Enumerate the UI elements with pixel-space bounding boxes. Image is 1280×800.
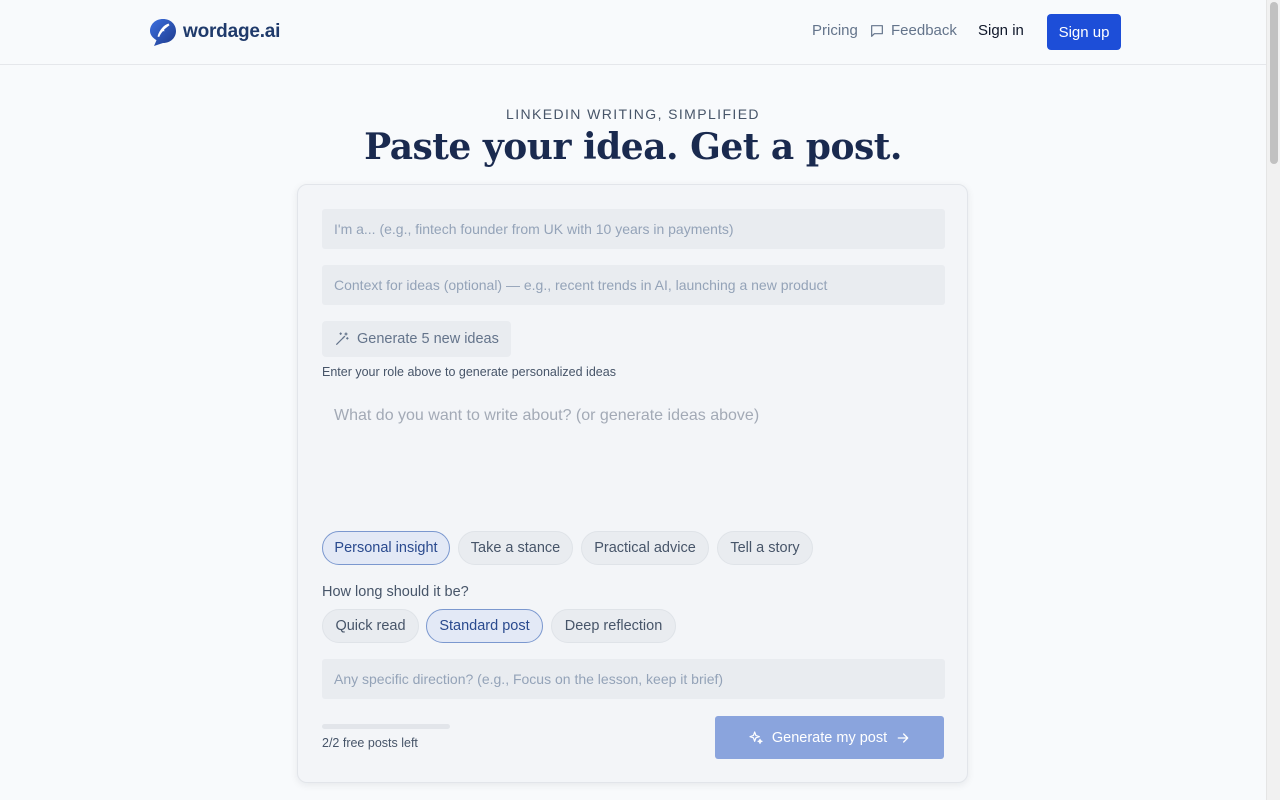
angle-chip-personal-insight[interactable]: Personal insight xyxy=(322,531,450,565)
top-nav: wordage.ai Pricing Feedback Sign in Sign… xyxy=(0,0,1266,65)
nav-feedback-link[interactable]: Feedback xyxy=(869,22,957,39)
angle-chip-tell-a-story[interactable]: Tell a story xyxy=(717,531,813,565)
nav-feedback-label: Feedback xyxy=(891,22,957,39)
role-input[interactable] xyxy=(322,209,945,249)
free-posts-progress xyxy=(322,724,450,729)
generate-post-label: Generate my post xyxy=(771,729,888,746)
magic-wand-icon xyxy=(336,332,349,345)
length-chip-quick-read[interactable]: Quick read xyxy=(322,609,419,643)
generate-ideas-hint: Enter your role above to generate person… xyxy=(322,365,616,379)
page-title: Paste your idea. Get a post. xyxy=(364,126,902,168)
sign-up-button[interactable]: Sign up xyxy=(1047,14,1121,50)
generate-ideas-button[interactable]: Generate 5 new ideas xyxy=(322,321,511,357)
brand-name: wordage.ai xyxy=(183,21,281,42)
direction-input[interactable] xyxy=(322,659,945,699)
length-chip-deep-reflection[interactable]: Deep reflection xyxy=(551,609,676,643)
length-label: How long should it be? xyxy=(322,584,469,600)
sign-in-link[interactable]: Sign in xyxy=(978,22,1024,39)
generate-ideas-label: Generate 5 new ideas xyxy=(357,331,499,347)
brand-logo[interactable]: wordage.ai xyxy=(148,17,280,47)
nav-pricing-link[interactable]: Pricing xyxy=(812,22,858,39)
hero-eyebrow: LINKEDIN WRITING, SIMPLIFIED xyxy=(506,106,760,122)
quill-logo-icon xyxy=(150,19,176,46)
message-square-icon xyxy=(871,24,883,37)
post-generator-card: Generate 5 new ideas Enter your role abo… xyxy=(297,184,968,783)
sparkles-icon xyxy=(749,730,763,744)
page-scrollbar[interactable] xyxy=(1266,0,1280,800)
topic-textarea[interactable] xyxy=(322,389,945,509)
angle-chip-practical-advice[interactable]: Practical advice xyxy=(581,531,709,565)
arrow-right-icon xyxy=(897,732,909,743)
angle-chip-take-a-stance[interactable]: Take a stance xyxy=(458,531,573,565)
length-chip-standard-post[interactable]: Standard post xyxy=(426,609,543,643)
generate-post-button[interactable]: Generate my post xyxy=(715,716,944,759)
free-posts-remaining: 2/2 free posts left xyxy=(322,736,418,750)
scrollbar-thumb[interactable] xyxy=(1270,2,1278,164)
context-input[interactable] xyxy=(322,265,945,305)
